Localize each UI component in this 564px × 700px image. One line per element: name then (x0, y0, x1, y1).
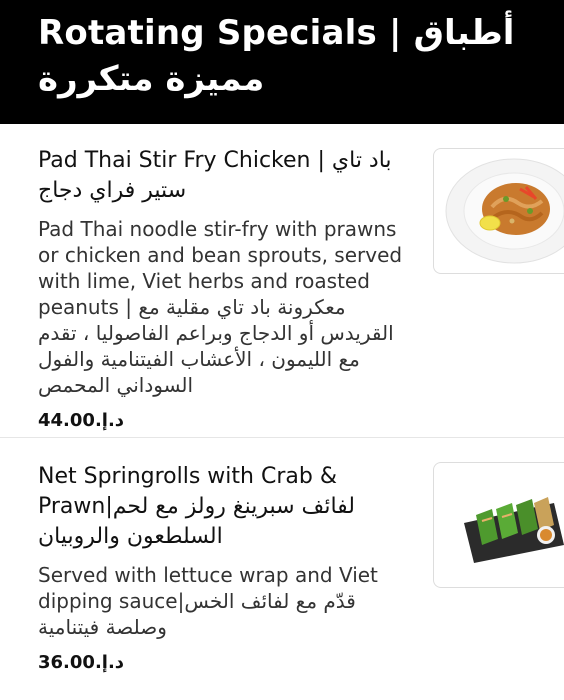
menu-item-price: د.إ.36.00 (38, 652, 125, 673)
section-title: Rotating Specials | أطباق مميزة متكررة (38, 13, 515, 99)
menu-item-text: Net Springrolls with Crab & Prawn|لفائف … (38, 462, 418, 673)
page-header: Rotating Specials | أطباق مميزة متكررة (0, 0, 564, 124)
menu-item-description: Pad Thai noodle stir-fry with prawns or … (38, 217, 403, 397)
springrolls-dish-photo (464, 497, 564, 563)
menu-item-image[interactable] (433, 462, 564, 588)
menu-item-title: Net Springrolls with Crab & Prawn|لفائف … (38, 464, 355, 549)
menu-item-price: د.إ.44.00 (38, 410, 125, 431)
menu-item-pad-thai[interactable]: Pad Thai Stir Fry Chicken | باد تاي ستير… (0, 124, 564, 438)
menu-item-image[interactable] (433, 148, 564, 274)
menu-item-title: Pad Thai Stir Fry Chicken | باد تاي ستير… (38, 148, 392, 203)
pad-thai-dish-photo (445, 158, 564, 264)
menu-item-springrolls[interactable]: Net Springrolls with Crab & Prawn|لفائف … (0, 438, 564, 700)
menu-item-text: Pad Thai Stir Fry Chicken | باد تاي ستير… (38, 146, 418, 431)
menu-item-description: Served with lettuce wrap and Viet dippin… (38, 563, 378, 639)
